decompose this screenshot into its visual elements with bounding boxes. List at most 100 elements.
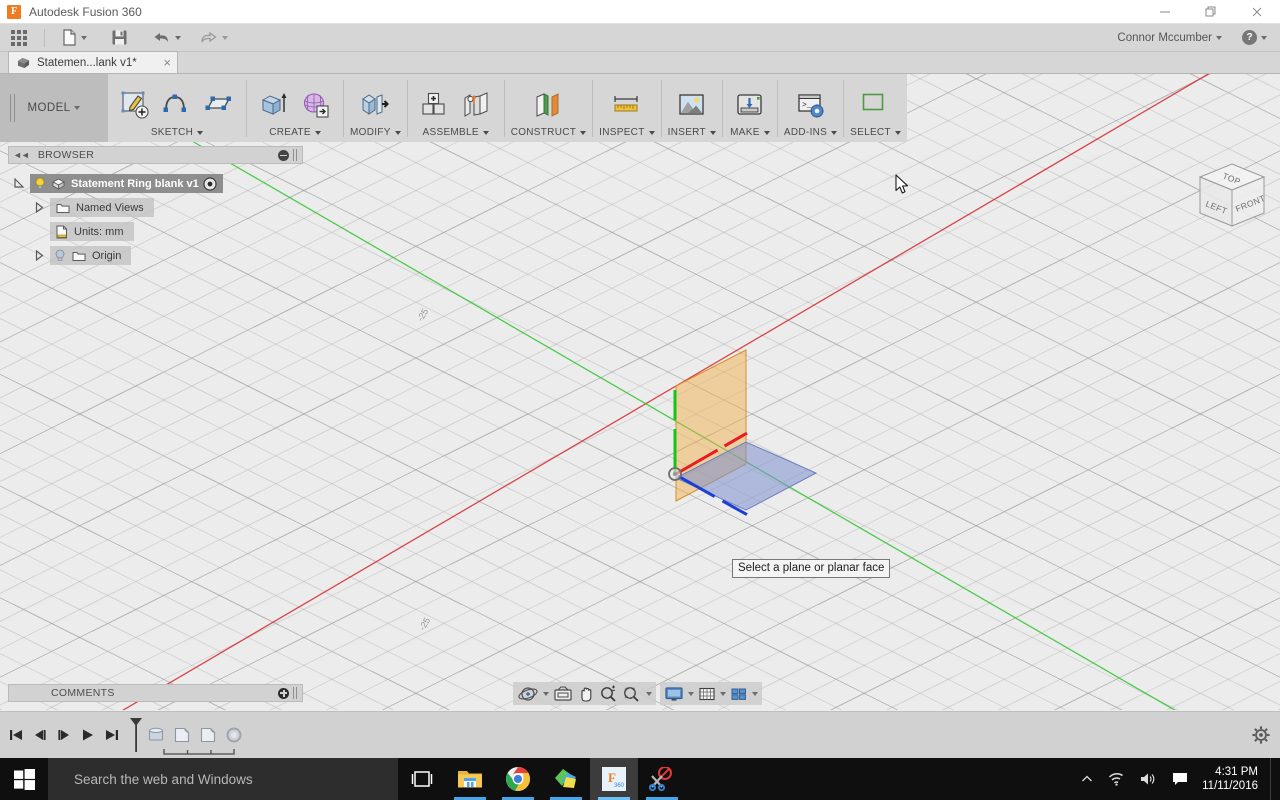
timeline-marker[interactable] [130,718,144,752]
file-new-icon [63,29,76,46]
step-forward-button[interactable] [54,724,74,746]
redo-button[interactable] [194,24,233,52]
timeline-feature-1[interactable] [144,723,168,747]
insert-image-button[interactable] [671,85,713,125]
timeline-settings-button[interactable] [1250,724,1272,749]
volume-button[interactable] [1132,758,1164,800]
ribbon-panel-create-label[interactable]: CREATE [269,125,321,141]
taskbar-search-box[interactable]: Search the web and Windows [48,758,398,800]
pan-button[interactable] [575,682,597,705]
offset-plane-button[interactable] [527,85,569,125]
press-pull-button[interactable] [354,85,396,125]
ribbon-panel-assemble-label[interactable]: ASSEMBLE [423,125,489,141]
extrude-button[interactable] [253,85,295,125]
network-button[interactable] [1100,758,1132,800]
save-button[interactable] [106,24,133,52]
go-to-end-button[interactable] [102,724,122,746]
ribbon-panel-inspect-label[interactable]: INSPECT [599,125,655,141]
restore-button[interactable] [1188,0,1234,24]
3d-print-button[interactable] [729,85,771,125]
new-design-caret-icon [81,35,87,40]
view-cube[interactable]: TOP LEFT FRONT [1192,160,1272,234]
ribbon-panel-insert-label[interactable]: INSERT [668,125,716,141]
search-input[interactable]: Search the web and Windows [74,772,253,787]
browser-item-statement-ring[interactable]: Statement Ring blank v1 [30,174,223,193]
help-icon: ? [1242,30,1257,45]
step-back-button[interactable] [30,724,50,746]
create-sketch-icon [121,91,149,119]
document-tab[interactable]: Statemen...lank v1* × [8,51,178,73]
ribbon-panel-addins-label[interactable]: ADD-INS [784,125,838,141]
scripts-addins-button[interactable]: >_ [790,85,832,125]
browser-collapse-icon[interactable]: ◄◄ [13,150,30,160]
lightbulb-icon[interactable] [34,177,46,190]
taskbar-fusion360[interactable]: F 360 [590,758,638,800]
browser-item-named-views[interactable]: Named Views [50,198,154,217]
timeline-feature-3[interactable] [196,723,220,747]
show-hidden-icons-button[interactable] [1074,758,1100,800]
modify-label-text: MODIFY [350,127,391,138]
insert-label-text: INSERT [667,127,706,138]
zoom-button[interactable] [597,682,620,705]
window-controls [1142,0,1280,24]
browser-resize-grip[interactable] [293,149,298,161]
timeline-feature-2[interactable] [170,723,194,747]
sticky-notes-icon [555,769,576,788]
document-tab-close-icon[interactable]: × [163,56,171,69]
select-caret-icon [894,131,901,135]
ribbon-panel-construct-label[interactable]: CONSTRUCT [511,125,587,141]
ribbon-panel-make-label[interactable]: MAKE [730,125,770,141]
comments-resize-grip[interactable] [293,687,298,699]
create-form-button[interactable] [295,85,337,125]
joint-button[interactable] [456,85,498,125]
ribbon-panel-select-label[interactable]: SELECT [850,125,901,141]
new-design-button[interactable] [57,24,92,52]
ribbon-panel-modify-label[interactable]: MODIFY [350,125,401,141]
rectangle-icon [205,96,231,110]
qat-divider-1 [44,28,45,47]
new-component-button[interactable] [414,85,456,125]
display-settings-button[interactable] [662,682,696,705]
expand-collapse-origin-icon[interactable] [28,250,50,261]
minimize-button[interactable] [1142,0,1188,24]
data-panel-button[interactable] [6,24,32,52]
add-comment-icon[interactable] [278,687,289,699]
show-desktop-button[interactable] [1270,758,1276,800]
close-button[interactable] [1234,0,1280,24]
taskbar-sticky-notes[interactable] [542,758,590,800]
taskbar-file-explorer[interactable] [446,758,494,800]
orbit-button[interactable] [515,682,551,705]
rectangle-button[interactable] [198,85,240,125]
taskbar-clock[interactable]: 4:31 PM 11/11/2016 [1196,758,1270,800]
component-activate-icon[interactable] [203,176,217,191]
browser-minimize-icon[interactable] [278,149,289,161]
action-center-button[interactable] [1164,758,1196,800]
browser-item-origin[interactable]: Origin [50,246,132,265]
fit-button[interactable] [620,682,654,705]
viewports-button[interactable] [728,682,760,705]
help-menu[interactable]: ? [1237,24,1272,52]
go-to-beginning-button[interactable] [6,724,26,746]
joint-icon [464,92,488,117]
lightbulb-off-icon[interactable] [54,249,66,262]
undo-button[interactable] [147,24,186,52]
measure-button[interactable] [606,85,648,125]
ribbon-panel-sketch-label[interactable]: SKETCH [151,125,204,141]
grid-snaps-button[interactable] [696,682,728,705]
task-view-button[interactable] [398,758,446,800]
workspace-selector[interactable]: MODEL [0,74,108,142]
comments-panel-header[interactable]: COMMENTS [8,684,303,702]
play-button[interactable] [78,724,98,746]
create-sketch-button[interactable] [114,85,156,125]
start-button[interactable] [0,758,48,800]
taskbar-snipping-tool[interactable] [638,758,686,800]
select-button[interactable] [854,85,896,125]
look-at-button[interactable] [551,682,575,705]
taskbar-chrome[interactable] [494,758,542,800]
browser-item-units[interactable]: Units: mm [50,222,134,241]
expand-collapse-root-icon[interactable] [8,178,30,189]
expand-collapse-named-views-icon[interactable] [28,202,50,213]
spline-button[interactable] [156,85,198,125]
user-account-menu[interactable]: Connor Mccumber [1112,24,1227,52]
timeline-feature-4[interactable] [222,723,246,747]
